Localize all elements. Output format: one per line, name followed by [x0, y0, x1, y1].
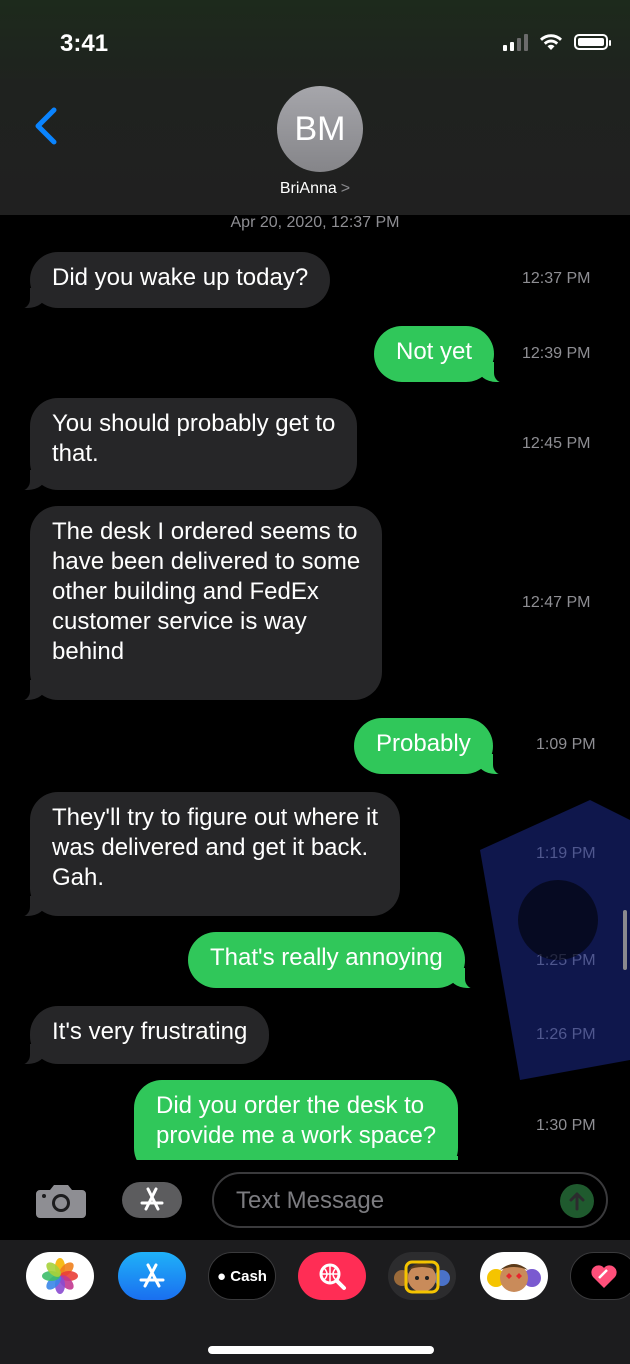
memoji-icon [394, 1260, 450, 1294]
status-time: 3:41 [60, 30, 109, 57]
message-bubble-incoming[interactable]: It's very frustrating [16, 1006, 270, 1065]
app-store-icon [139, 1263, 165, 1288]
status-icons [503, 32, 611, 52]
apple-cash-app-button[interactable]: ● Cash [208, 1252, 276, 1300]
message-bubble-outgoing[interactable]: Not yet [374, 326, 508, 383]
contact-name-button[interactable]: BriAnna > [0, 180, 630, 198]
app-store-drawer-button[interactable] [122, 1182, 182, 1218]
message-timestamp: 1:25 PM [536, 952, 596, 969]
battery-icon [574, 34, 611, 50]
globe-search-icon [319, 1263, 346, 1290]
message-timestamp: 12:39 PM [522, 345, 591, 362]
watermark-logo-icon [480, 800, 630, 1080]
images-search-app-button[interactable] [298, 1252, 366, 1300]
app-store-app-button[interactable] [118, 1252, 186, 1300]
message-bubble-incoming[interactable]: You should probably get to that. [16, 398, 358, 491]
message-bubble-incoming[interactable]: The desk I ordered seems to have been de… [16, 506, 383, 701]
message-text-input[interactable] [234, 1182, 538, 1220]
imessage-app-drawer: ● Cash [0, 1240, 630, 1364]
apple-cash-icon: ● Cash [217, 1267, 267, 1285]
message-bubble-incoming[interactable]: They'll try to figure out where it was d… [16, 792, 401, 917]
home-indicator[interactable] [208, 1346, 434, 1354]
memoji-stickers-icon [487, 1264, 541, 1292]
message-bubble-outgoing[interactable]: That's really annoying [188, 932, 478, 989]
app-store-icon [140, 1187, 164, 1211]
back-chevron-icon[interactable] [30, 104, 66, 148]
wifi-icon [540, 34, 562, 50]
cellular-signal-icon [503, 33, 528, 51]
app-drawer-strip: ● Cash [0, 1240, 630, 1320]
photos-app-button[interactable] [26, 1252, 94, 1300]
conversation-header: 3:41 BM BriAnna > [0, 0, 630, 215]
digital-touch-app-button[interactable] [570, 1252, 630, 1300]
message-timestamp: 12:37 PM [522, 270, 591, 287]
message-timestamp: 12:47 PM [522, 594, 591, 611]
message-timestamp: 1:19 PM [536, 845, 596, 862]
message-timestamp: 12:45 PM [522, 435, 591, 452]
message-input-field[interactable] [212, 1172, 608, 1228]
message-composer [0, 1160, 630, 1240]
photos-flower-icon [42, 1258, 78, 1294]
message-timestamp: 1:09 PM [536, 736, 596, 753]
memoji-stickers-app-button[interactable] [480, 1252, 548, 1300]
contact-avatar[interactable]: BM [277, 86, 363, 172]
message-bubble-incoming[interactable]: Did you wake up today? [16, 252, 331, 309]
message-timestamp: 1:26 PM [536, 1026, 596, 1043]
date-header: Apr 20, 2020, 12:37 PM [230, 214, 400, 231]
message-timestamp: 1:30 PM [536, 1117, 596, 1134]
send-arrow-icon [569, 1192, 585, 1211]
send-button[interactable] [560, 1184, 594, 1218]
scroll-indicator[interactable] [623, 910, 627, 970]
contact-chevron-icon: > [340, 180, 351, 197]
contact-name: BriAnna [279, 180, 337, 197]
message-bubble-outgoing[interactable]: Probably [354, 718, 506, 775]
memoji-app-button[interactable] [388, 1252, 456, 1300]
heart-icon [591, 1265, 617, 1288]
camera-icon[interactable] [34, 1182, 88, 1218]
